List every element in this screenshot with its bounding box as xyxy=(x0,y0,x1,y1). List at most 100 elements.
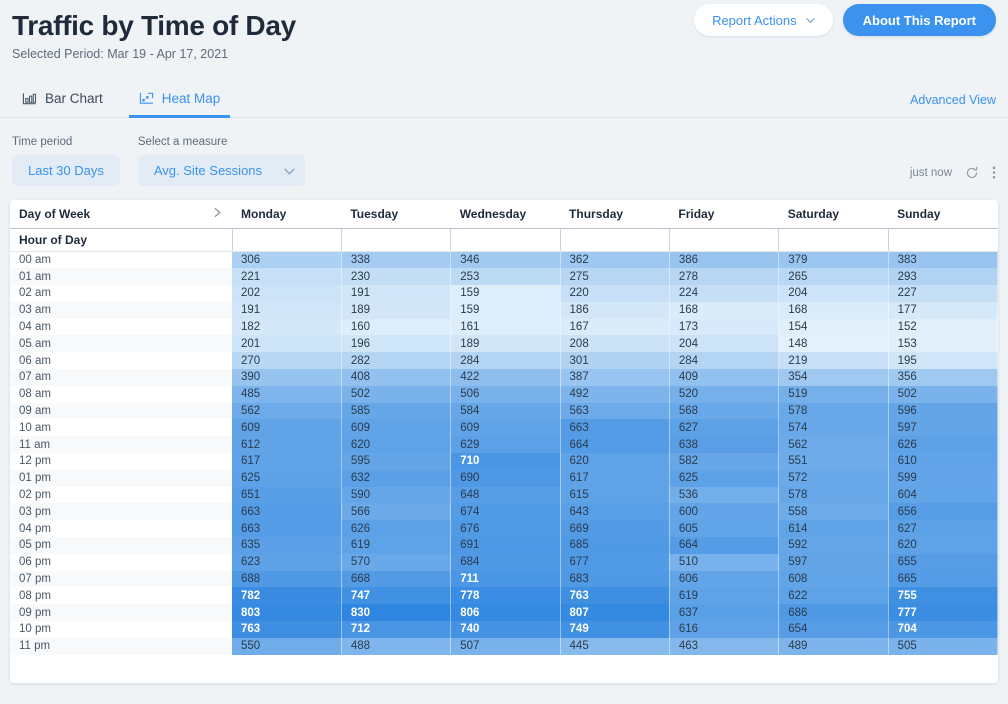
heatmap-cell[interactable]: 585 xyxy=(341,402,452,420)
heatmap-cell[interactable]: 578 xyxy=(778,402,889,420)
heatmap-cell[interactable]: 536 xyxy=(669,486,780,504)
heatmap-cell[interactable]: 338 xyxy=(341,251,452,269)
heatmap-cell[interactable]: 278 xyxy=(669,268,780,286)
heatmap-cell[interactable]: 617 xyxy=(560,469,670,487)
heatmap-cell[interactable]: 154 xyxy=(778,318,889,336)
heatmap-cell[interactable]: 710 xyxy=(450,453,561,470)
heatmap-cell[interactable]: 655 xyxy=(888,553,998,571)
heatmap-cell[interactable]: 626 xyxy=(341,520,452,538)
heatmap-cell[interactable]: 168 xyxy=(669,301,780,319)
heatmap-cell[interactable]: 604 xyxy=(888,486,998,504)
heatmap-cell[interactable]: 595 xyxy=(341,453,452,470)
heatmap-cell[interactable]: 711 xyxy=(450,570,561,588)
heatmap-cell[interactable]: 562 xyxy=(778,436,889,454)
heatmap-cell[interactable]: 492 xyxy=(560,385,670,403)
heatmap-cell[interactable]: 676 xyxy=(450,520,561,538)
heatmap-cell[interactable]: 625 xyxy=(232,469,342,487)
heatmap-cell[interactable]: 668 xyxy=(341,570,452,588)
refresh-icon[interactable] xyxy=(965,166,979,180)
heatmap-cell[interactable]: 356 xyxy=(888,369,998,386)
heatmap-cell[interactable]: 684 xyxy=(450,553,561,571)
heatmap-cell[interactable]: 383 xyxy=(888,251,998,269)
heatmap-cell[interactable]: 282 xyxy=(341,352,452,370)
heatmap-cell[interactable]: 191 xyxy=(341,285,452,302)
heatmap-cell[interactable]: 510 xyxy=(669,553,780,571)
heatmap-cell[interactable]: 502 xyxy=(888,385,998,403)
heatmap-cell[interactable]: 153 xyxy=(888,335,998,353)
column-header-wednesday[interactable]: Wednesday xyxy=(450,200,561,229)
heatmap-cell[interactable]: 616 xyxy=(669,621,780,638)
heatmap-cell[interactable]: 626 xyxy=(888,436,998,454)
heatmap-cell[interactable]: 592 xyxy=(778,537,889,554)
heatmap-cell[interactable]: 173 xyxy=(669,318,780,336)
heatmap-cell[interactable]: 275 xyxy=(560,268,670,286)
heatmap-cell[interactable]: 683 xyxy=(560,570,670,588)
heatmap-cell[interactable]: 270 xyxy=(232,352,342,370)
heatmap-cell[interactable]: 777 xyxy=(888,604,998,622)
heatmap-cell[interactable]: 674 xyxy=(450,503,561,521)
heatmap-cell[interactable]: 755 xyxy=(888,587,998,605)
heatmap-cell[interactable]: 627 xyxy=(888,520,998,538)
advanced-view-link[interactable]: Advanced View xyxy=(910,93,996,107)
heatmap-cell[interactable]: 160 xyxy=(341,318,452,336)
heatmap-cell[interactable]: 627 xyxy=(669,419,780,437)
heatmap-cell[interactable]: 677 xyxy=(560,553,670,571)
heatmap-cell[interactable]: 685 xyxy=(560,537,670,554)
heatmap-cell[interactable]: 590 xyxy=(341,486,452,504)
heatmap-cell[interactable]: 582 xyxy=(669,453,780,470)
heatmap-cell[interactable]: 354 xyxy=(778,369,889,386)
heatmap-cell[interactable]: 807 xyxy=(560,604,670,622)
heatmap-cell[interactable]: 409 xyxy=(669,369,780,386)
heatmap-cell[interactable]: 224 xyxy=(669,285,780,302)
heatmap-cell[interactable]: 502 xyxy=(341,385,452,403)
heatmap-cell[interactable]: 379 xyxy=(778,251,889,269)
heatmap-cell[interactable]: 301 xyxy=(560,352,670,370)
column-header-saturday[interactable]: Saturday xyxy=(778,200,889,229)
heatmap-cell[interactable]: 387 xyxy=(560,369,670,386)
heatmap-cell[interactable]: 390 xyxy=(232,369,342,386)
heatmap-cell[interactable]: 167 xyxy=(560,318,670,336)
heatmap-cell[interactable]: 551 xyxy=(778,453,889,470)
heatmap-cell[interactable]: 186 xyxy=(560,301,670,319)
heatmap-cell[interactable]: 253 xyxy=(450,268,561,286)
column-header-monday[interactable]: Monday xyxy=(232,200,342,229)
heatmap-cell[interactable]: 635 xyxy=(232,537,342,554)
heatmap-cell[interactable]: 204 xyxy=(778,285,889,302)
heatmap-cell[interactable]: 566 xyxy=(341,503,452,521)
heatmap-cell[interactable]: 803 xyxy=(232,604,342,622)
heatmap-cell[interactable]: 625 xyxy=(669,469,780,487)
heatmap-cell[interactable]: 220 xyxy=(560,285,670,302)
heatmap-cell[interactable]: 620 xyxy=(888,537,998,554)
heatmap-cell[interactable]: 230 xyxy=(341,268,452,286)
heatmap-cell[interactable]: 189 xyxy=(450,335,561,353)
heatmap-cell[interactable]: 612 xyxy=(232,436,342,454)
heatmap-cell[interactable]: 605 xyxy=(669,520,780,538)
heatmap-cell[interactable]: 663 xyxy=(232,520,342,538)
heatmap-cell[interactable]: 654 xyxy=(778,621,889,638)
column-header-tuesday[interactable]: Tuesday xyxy=(341,200,451,229)
heatmap-cell[interactable]: 643 xyxy=(560,503,670,521)
heatmap-cell[interactable]: 519 xyxy=(778,385,889,403)
heatmap-cell[interactable]: 221 xyxy=(232,268,342,286)
heatmap-cell[interactable]: 485 xyxy=(232,385,342,403)
heatmap-cell[interactable]: 386 xyxy=(669,251,780,269)
heatmap-cell[interactable]: 688 xyxy=(232,570,342,588)
about-this-report-button[interactable]: About This Report xyxy=(842,4,996,36)
day-of-week-header[interactable]: Day of Week xyxy=(10,200,232,229)
heatmap-cell[interactable]: 690 xyxy=(450,469,561,487)
time-period-button[interactable]: Last 30 Days xyxy=(12,155,120,186)
heatmap-cell[interactable]: 617 xyxy=(232,453,342,470)
heatmap-cell[interactable]: 669 xyxy=(560,520,670,538)
heatmap-cell[interactable]: 619 xyxy=(341,537,452,554)
heatmap-cell[interactable]: 550 xyxy=(232,637,342,655)
heatmap-cell[interactable]: 463 xyxy=(669,637,780,655)
heatmap-cell[interactable]: 615 xyxy=(560,486,670,504)
heatmap-cell[interactable]: 227 xyxy=(888,285,998,302)
report-actions-button[interactable]: Report Actions xyxy=(694,4,833,36)
heatmap-cell[interactable]: 168 xyxy=(778,301,889,319)
heatmap-cell[interactable]: 704 xyxy=(888,621,998,638)
kebab-menu-icon[interactable] xyxy=(992,165,996,180)
heatmap-cell[interactable]: 606 xyxy=(669,570,780,588)
heatmap-cell[interactable]: 663 xyxy=(232,503,342,521)
heatmap-cell[interactable]: 619 xyxy=(669,587,780,605)
